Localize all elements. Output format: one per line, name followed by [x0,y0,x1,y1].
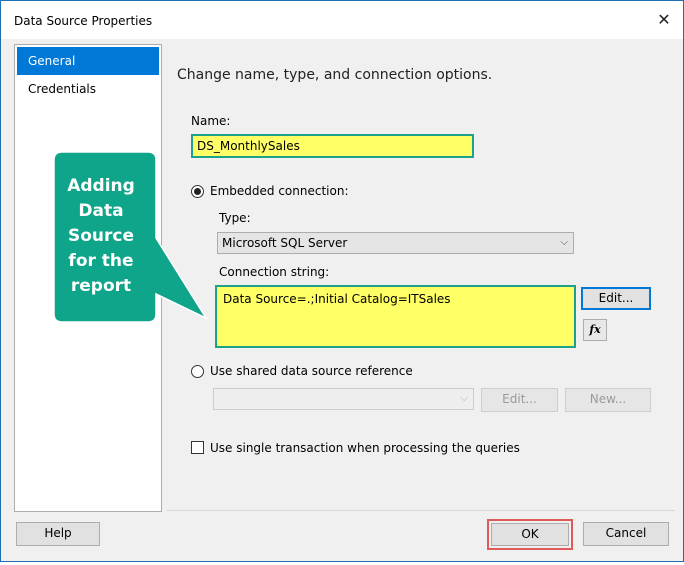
chevron-down-icon: ⌵ [460,393,468,404]
shared-data-source-label: Use shared data source reference [210,364,413,378]
shared-data-source-radio[interactable] [191,365,204,378]
embedded-connection-radio[interactable] [191,185,204,198]
title-bar: Data Source Properties ✕ [1,1,683,39]
type-select[interactable]: Microsoft SQL Server ⌵ [217,232,574,254]
help-button[interactable]: Help [16,522,100,546]
shared-edit-button[interactable]: Edit... [481,388,558,412]
embedded-connection-label: Embedded connection: [210,184,349,198]
general-page: Change name, type, and connection option… [167,44,675,510]
footer-divider [167,510,675,511]
ok-button-highlight [487,519,573,550]
page-nav: General Credentials [14,44,162,512]
name-label: Name: [191,114,231,128]
connection-string-value: Data Source=.;Initial Catalog=ITSales [223,292,451,306]
page-heading: Change name, type, and connection option… [177,67,493,83]
nav-item-general[interactable]: General [17,47,159,75]
type-label: Type: [219,211,251,225]
data-source-properties-dialog: Data Source Properties ✕ General Credent… [0,0,684,562]
nav-item-label: General [28,54,76,68]
nav-item-label: Credentials [28,82,97,96]
close-icon[interactable]: ✕ [653,9,675,31]
shared-data-source-select[interactable]: ⌵ [213,388,474,410]
expression-fx-button[interactable]: fx [583,319,607,341]
nav-item-credentials[interactable]: Credentials [17,75,159,103]
name-input[interactable] [191,134,474,158]
edit-connection-button[interactable]: Edit... [581,287,651,310]
type-select-value: Microsoft SQL Server [222,236,348,250]
connection-string-label: Connection string: [219,265,330,279]
chevron-down-icon: ⌵ [560,237,568,248]
single-transaction-checkbox[interactable] [191,441,204,454]
cancel-button[interactable]: Cancel [583,522,669,546]
connection-string-input[interactable]: Data Source=.;Initial Catalog=ITSales [215,285,576,348]
shared-new-button[interactable]: New... [565,388,651,412]
window-title: Data Source Properties [14,14,153,28]
single-transaction-label: Use single transaction when processing t… [210,441,520,455]
